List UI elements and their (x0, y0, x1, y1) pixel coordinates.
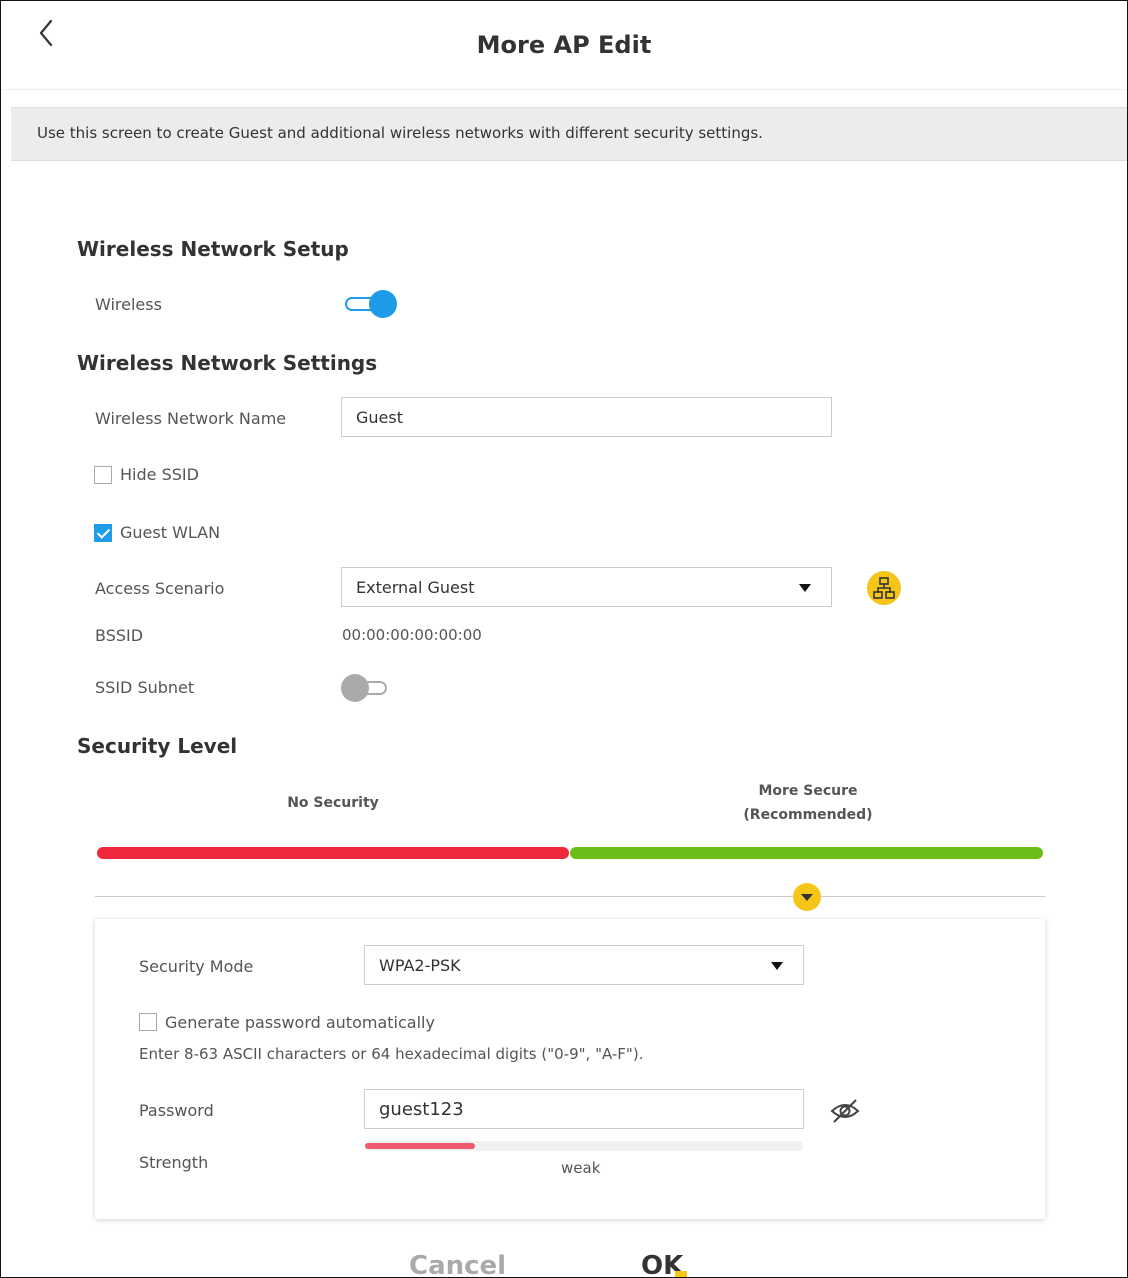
cancel-button[interactable]: Cancel (409, 1251, 506, 1277)
security-bar-high[interactable] (570, 847, 1043, 859)
password-hint: Enter 8-63 ASCII characters or 64 hexade… (139, 1045, 644, 1063)
security-mode-select[interactable]: WPA2-PSK (364, 945, 804, 985)
security-bar-low[interactable] (97, 847, 569, 859)
strength-bar-fill (365, 1143, 475, 1149)
password-label: Password (139, 1101, 214, 1120)
strength-bar (365, 1141, 803, 1151)
generate-password-label: Generate password automatically (165, 1013, 435, 1032)
guest-wlan-checkbox[interactable] (94, 524, 112, 542)
more-secure-label[interactable]: More Secure (Recommended) (708, 779, 908, 827)
ssid-subnet-toggle[interactable] (341, 673, 395, 703)
header-bar: More AP Edit (1, 1, 1127, 90)
ok-accent-mark (675, 1271, 687, 1277)
ssid-subnet-label: SSID Subnet (95, 678, 195, 697)
access-scenario-value: External Guest (356, 578, 475, 597)
security-mode-label: Security Mode (139, 957, 254, 976)
info-text: Use this screen to create Guest and addi… (37, 124, 763, 142)
strength-label: Strength (139, 1153, 209, 1172)
section-title-setup: Wireless Network Setup (77, 237, 349, 261)
hide-ssid-label: Hide SSID (120, 465, 199, 484)
access-scenario-label: Access Scenario (95, 579, 225, 598)
password-input[interactable] (364, 1089, 804, 1129)
recommended-text: (Recommended) (743, 807, 873, 823)
wireless-toggle[interactable] (343, 289, 397, 319)
expand-arrow-icon[interactable] (793, 883, 821, 911)
network-topology-icon (873, 577, 895, 599)
no-security-label[interactable]: No Security (233, 791, 433, 815)
toggle-password-visibility[interactable] (829, 1097, 861, 1125)
hide-ssid-checkbox[interactable] (94, 466, 112, 484)
network-name-label: Wireless Network Name (95, 409, 287, 428)
wireless-label: Wireless (95, 295, 162, 314)
security-settings-panel: Security Mode WPA2-PSK Generate password… (95, 919, 1045, 1219)
guest-wlan-label: Guest WLAN (120, 523, 221, 542)
strength-text: weak (561, 1159, 601, 1177)
toggle-knob (341, 674, 369, 702)
network-name-input[interactable] (341, 397, 832, 437)
security-mode-value: WPA2-PSK (379, 956, 461, 975)
dropdown-arrow-icon (799, 584, 811, 592)
divider (95, 896, 1045, 897)
more-secure-text: More Secure (758, 783, 858, 799)
dropdown-arrow-icon (771, 962, 783, 970)
toggle-knob (369, 290, 397, 318)
section-title-security: Security Level (77, 734, 238, 758)
section-title-settings: Wireless Network Settings (77, 351, 378, 375)
bssid-label: BSSID (95, 626, 144, 645)
app-window: More AP Edit Use this screen to create G… (0, 0, 1128, 1278)
eye-off-icon (830, 1099, 860, 1123)
bssid-value: 00:00:00:00:00:00 (342, 626, 482, 644)
access-scenario-select[interactable]: External Guest (341, 567, 832, 607)
generate-password-checkbox[interactable] (139, 1013, 157, 1031)
page-title: More AP Edit (476, 31, 652, 59)
network-topology-button[interactable] (867, 571, 901, 605)
info-banner: Use this screen to create Guest and addi… (11, 107, 1127, 161)
